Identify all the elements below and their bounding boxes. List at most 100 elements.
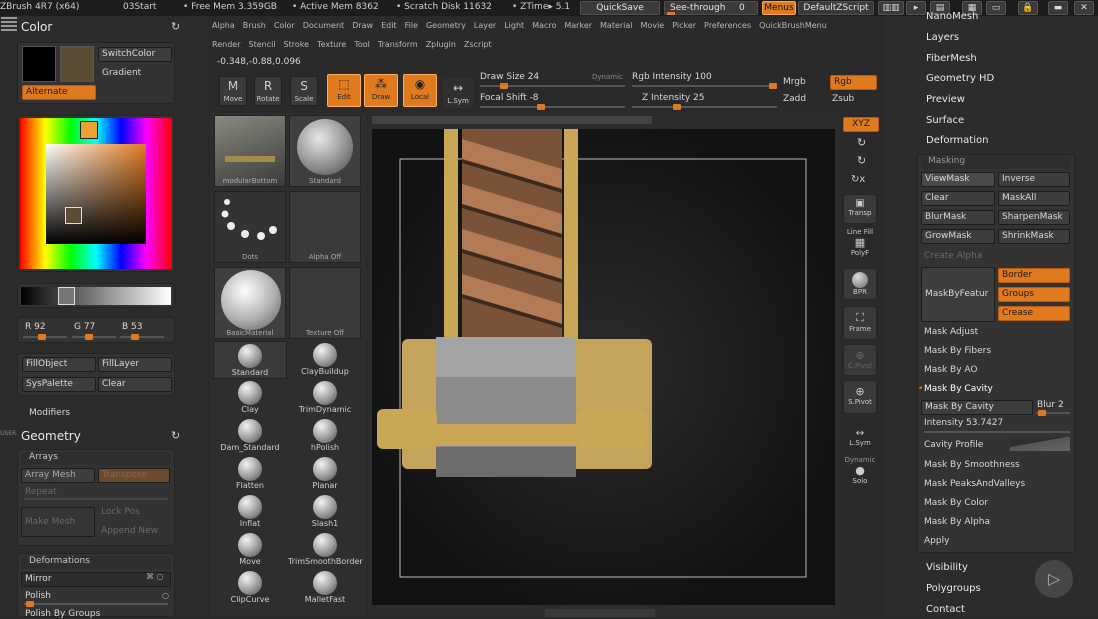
- brush-standard[interactable]: Standard: [213, 341, 287, 379]
- mask-by-color-header[interactable]: Mask By Color: [924, 498, 988, 508]
- make-mesh-button[interactable]: Make Mesh: [21, 507, 95, 537]
- canvas-scrollbar[interactable]: [372, 116, 652, 124]
- geometry-hd-subpalette[interactable]: Geometry HD: [926, 73, 994, 84]
- menu-document[interactable]: Document: [303, 21, 344, 30]
- deformation-subpalette[interactable]: Deformation: [926, 135, 988, 146]
- color-selector[interactable]: [65, 207, 82, 224]
- menu-draw[interactable]: Draw: [352, 21, 373, 30]
- tray-grip-icon[interactable]: [1, 17, 17, 33]
- see-through-slider[interactable]: See-through 0: [664, 1, 758, 15]
- stroke-thumb-dots[interactable]: Dots: [214, 191, 286, 263]
- zsub-button[interactable]: Zsub: [832, 94, 854, 104]
- rotate-x-icon[interactable]: ↻x: [851, 174, 865, 185]
- mask-by-alpha-header[interactable]: Mask By Alpha: [924, 517, 990, 527]
- rotate-y-icon[interactable]: ↻: [857, 136, 866, 149]
- mask-by-fibers-header[interactable]: Mask By Fibers: [924, 346, 991, 356]
- brush-inflat[interactable]: Inflat: [213, 493, 287, 531]
- g-value[interactable]: G 77: [74, 322, 95, 332]
- lsym-button[interactable]: ↔ L.Sym: [443, 78, 473, 108]
- solo-button[interactable]: Dynamic ● Solo: [843, 456, 877, 490]
- blur-slider[interactable]: Blur 2: [1037, 400, 1064, 410]
- geometry-refresh-icon[interactable]: ↻: [171, 429, 180, 442]
- primary-color-swatch[interactable]: [22, 46, 56, 82]
- cpivot-button[interactable]: ⊕ C.Pivot: [843, 344, 877, 376]
- menu-macro[interactable]: Macro: [532, 21, 556, 30]
- brush-clipcurve[interactable]: ClipCurve: [213, 569, 287, 607]
- secondary-color-swatch[interactable]: [60, 46, 94, 82]
- shrinkmask-button[interactable]: ShrinkMask: [998, 229, 1070, 244]
- gray-selector[interactable]: [58, 287, 75, 305]
- menu-tool[interactable]: Tool: [354, 40, 370, 49]
- menu-alpha[interactable]: Alpha: [212, 21, 235, 30]
- growmask-button[interactable]: GrowMask: [921, 229, 995, 244]
- quicksave-button[interactable]: QuickSave: [580, 1, 660, 15]
- preview-subpalette[interactable]: Preview: [926, 94, 965, 105]
- brush-slash1[interactable]: Slash1: [288, 493, 362, 531]
- mask-by-cavity-header[interactable]: Mask By Cavity: [924, 384, 993, 394]
- polish-by-groups-slider[interactable]: Polish By Groups: [25, 609, 100, 619]
- alpha-thumb-off[interactable]: Alpha Off: [289, 191, 361, 263]
- draw-button[interactable]: ⁂ Draw: [364, 74, 398, 107]
- menu-material[interactable]: Material: [600, 21, 633, 30]
- minimize-palette-icon[interactable]: ▭: [986, 1, 1006, 15]
- z-intensity-slider[interactable]: Z Intensity 25: [642, 93, 705, 103]
- scale-button[interactable]: S Scale: [290, 76, 318, 106]
- polish-circle-icon[interactable]: ○: [162, 591, 169, 600]
- menus-button[interactable]: Menus: [762, 1, 796, 15]
- apply-button[interactable]: Apply: [924, 536, 949, 546]
- mirror-options-icon[interactable]: ⌘ ○: [146, 572, 164, 581]
- material-thumb-basic[interactable]: BasicMaterial: [214, 267, 286, 339]
- brush-trimsmoothborder[interactable]: TrimSmoothBorder: [288, 531, 363, 569]
- lsym-shelf-button[interactable]: ↔ L.Sym: [843, 428, 877, 454]
- hue-selector[interactable]: [80, 121, 98, 139]
- menu-zscript[interactable]: Zscript: [464, 40, 492, 49]
- bottom-shelf[interactable]: [545, 609, 655, 617]
- minimize-icon[interactable]: ▬: [1048, 1, 1068, 15]
- sharpenmask-button[interactable]: SharpenMask: [998, 210, 1070, 225]
- brush-move[interactable]: Move: [213, 531, 287, 569]
- saturation-value-square[interactable]: [46, 144, 146, 244]
- texture-thumb-off[interactable]: Texture Off: [289, 267, 361, 339]
- alternate-button[interactable]: Alternate: [22, 85, 96, 100]
- create-alpha-button[interactable]: Create Alpha: [924, 251, 982, 261]
- mask-by-smoothness-header[interactable]: Mask By Smoothness: [924, 460, 1020, 470]
- rgb-intensity-slider[interactable]: Rgb Intensity 100: [632, 72, 712, 82]
- tool-thumb-modularbottom[interactable]: modularBottom: [214, 115, 286, 187]
- mask-adjust-header[interactable]: Mask Adjust: [924, 327, 978, 337]
- close-icon[interactable]: ✕: [1074, 1, 1094, 15]
- brush-thumb-standard[interactable]: Standard: [289, 115, 361, 187]
- default-zscript-button[interactable]: DefaultZScript: [798, 1, 874, 15]
- spivot-button[interactable]: ⊕ S.Pivot: [843, 380, 877, 414]
- lock-pos-button[interactable]: Lock Pos: [101, 507, 140, 517]
- surface-subpalette[interactable]: Surface: [926, 115, 964, 126]
- clear-mask-button[interactable]: Clear: [921, 191, 995, 206]
- polygroups-subpalette[interactable]: Polygroups: [926, 583, 981, 594]
- cavity-profile-graph[interactable]: [1010, 437, 1070, 451]
- array-mesh-button[interactable]: Array Mesh: [21, 468, 95, 483]
- append-new-button[interactable]: Append New: [101, 526, 158, 536]
- brush-flatten[interactable]: Flatten: [213, 455, 287, 493]
- mask-by-cavity-button[interactable]: Mask By Cavity: [921, 400, 1033, 415]
- syspalette-button[interactable]: SysPalette: [22, 377, 96, 392]
- masking-header[interactable]: Masking: [921, 156, 1071, 169]
- play-icon[interactable]: ▷: [1035, 560, 1073, 598]
- fibermesh-subpalette[interactable]: FiberMesh: [926, 53, 977, 64]
- menu-stencil[interactable]: Stencil: [248, 40, 275, 49]
- zadd-button[interactable]: Zadd: [783, 94, 806, 104]
- visibility-subpalette[interactable]: Visibility: [926, 562, 968, 573]
- deformations-header[interactable]: Deformations: [21, 556, 171, 569]
- menu-render[interactable]: Render: [212, 40, 240, 49]
- layout-icon[interactable]: ▥▥: [878, 1, 904, 15]
- menu-movie[interactable]: Movie: [641, 21, 665, 30]
- menu-light[interactable]: Light: [504, 21, 524, 30]
- filllayer-button[interactable]: FillLayer: [98, 357, 172, 372]
- polish-slider[interactable]: Polish: [25, 591, 51, 601]
- contact-subpalette[interactable]: Contact: [926, 604, 965, 615]
- layout-next-icon[interactable]: ▸: [906, 1, 926, 15]
- color-panel-title[interactable]: Color: [21, 20, 52, 34]
- brush-hpolish[interactable]: hPolish: [288, 417, 362, 455]
- menu-stroke[interactable]: Stroke: [284, 40, 310, 49]
- rotate-button[interactable]: R Rotate: [254, 76, 282, 106]
- brush-dam-standard[interactable]: Dam_Standard: [213, 417, 287, 455]
- menu-layer[interactable]: Layer: [474, 21, 496, 30]
